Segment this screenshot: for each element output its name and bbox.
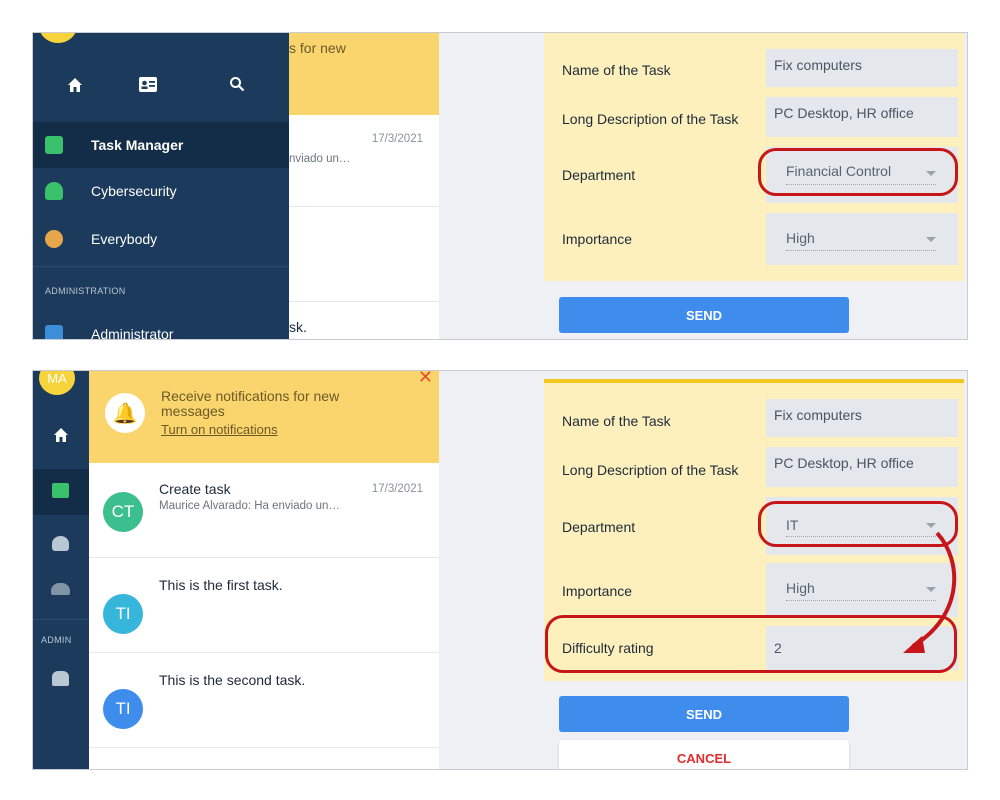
- divider: [33, 266, 289, 267]
- search-icon[interactable]: [229, 76, 245, 97]
- chat-preview: nviado un…: [289, 153, 351, 165]
- chat-date: 17/3/2021: [371, 133, 423, 145]
- sidebar: Task Manager Cybersecurity Everybody ADM…: [33, 33, 289, 340]
- red-arrow-icon: [903, 531, 957, 653]
- notification-text: s for new: [289, 40, 346, 56]
- sidebar-item-label: Task Manager: [91, 137, 184, 153]
- contact-card-icon[interactable]: [139, 77, 157, 97]
- sidebar-item-task-manager[interactable]: Task Manager: [33, 122, 289, 168]
- importance-value: High: [786, 230, 815, 246]
- screenshot-before: s for new 17/3/2021 nviado un… sk. Task …: [32, 32, 968, 340]
- group-icon: [45, 230, 63, 248]
- sidebar-item-label: Administrator: [91, 326, 174, 340]
- home-icon[interactable]: [67, 77, 82, 92]
- chevron-down-icon: [926, 237, 936, 242]
- admin-icon: [45, 325, 63, 339]
- sidebar-item-label: Everybody: [91, 231, 158, 247]
- department-label: Department: [562, 167, 636, 183]
- chat-title: sk.: [289, 319, 307, 335]
- section-label: ADMINISTRATION: [45, 286, 126, 296]
- sidebar-item-label: Cybersecurity: [91, 183, 177, 199]
- highlight-department: [758, 148, 958, 196]
- sidebar-item-administrator[interactable]: Administrator: [33, 311, 289, 340]
- sidebar-item-everybody[interactable]: Everybody: [33, 216, 289, 262]
- sidebar-item-cybersecurity[interactable]: Cybersecurity: [33, 168, 289, 214]
- screenshot-after: 🔔 Receive notifications for new messages…: [32, 370, 968, 770]
- task-description-field[interactable]: PC Desktop, HR office: [766, 97, 958, 137]
- importance-select[interactable]: High: [766, 213, 958, 265]
- select-underline: [786, 250, 936, 251]
- name-label: Name of the Task: [562, 62, 671, 78]
- description-label: Long Description of the Task: [562, 111, 739, 127]
- task-name-field[interactable]: Fix computers: [766, 49, 958, 87]
- briefcase-icon: [45, 136, 63, 154]
- avatar[interactable]: [39, 33, 77, 43]
- robot-icon: [45, 182, 63, 200]
- send-button[interactable]: SEND: [559, 297, 849, 333]
- importance-label: Importance: [562, 231, 633, 247]
